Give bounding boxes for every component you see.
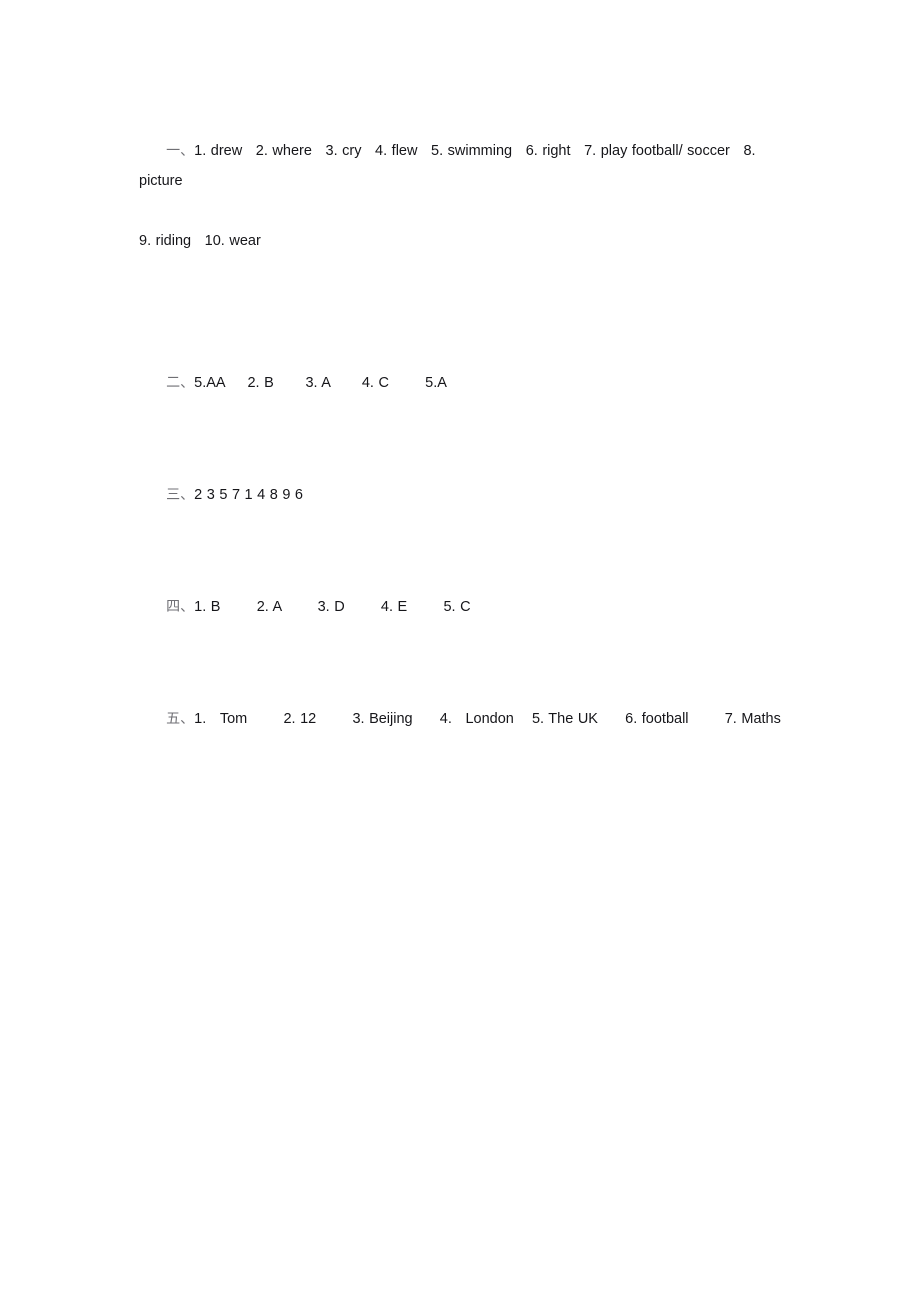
section-1-line-1: 1. drew 2. where 3. cry 4. flew 5. swimm… (139, 143, 761, 189)
answer-section-3: 三、2 3 5 7 1 4 8 9 6 (139, 450, 799, 540)
section-marker-2: 二、 (166, 375, 195, 391)
section-marker-4: 四、 (166, 599, 195, 615)
section-marker-5: 五、 (166, 711, 195, 727)
section-2-line-1: 5.AA 2. B 3. A 4. C 5.A (194, 375, 447, 391)
section-marker-1: 一、 (166, 143, 195, 159)
answer-key-body: 一、1. drew 2. where 3. cry 4. flew 5. swi… (139, 106, 799, 764)
section-1-line-2: 9. riding 10. wear (139, 233, 261, 249)
answer-section-1: 一、1. drew 2. where 3. cry 4. flew 5. swi… (139, 106, 799, 316)
answer-section-2: 二、5.AA 2. B 3. A 4. C 5.A (139, 338, 799, 428)
answer-section-4: 四、1. B 2. A 3. D 4. E 5. C (139, 562, 799, 652)
section-5-line-1: 1. Tom 2. 12 3. Beijing 4. London 5. The… (194, 711, 781, 727)
section-marker-3: 三、 (166, 487, 195, 503)
document-page: 一、1. drew 2. where 3. cry 4. flew 5. swi… (0, 0, 920, 1302)
section-3-line-1: 2 3 5 7 1 4 8 9 6 (194, 487, 303, 503)
answer-section-5: 五、1. Tom 2. 12 3. Beijing 4. London 5. T… (139, 674, 799, 764)
section-4-line-1: 1. B 2. A 3. D 4. E 5. C (194, 599, 471, 615)
